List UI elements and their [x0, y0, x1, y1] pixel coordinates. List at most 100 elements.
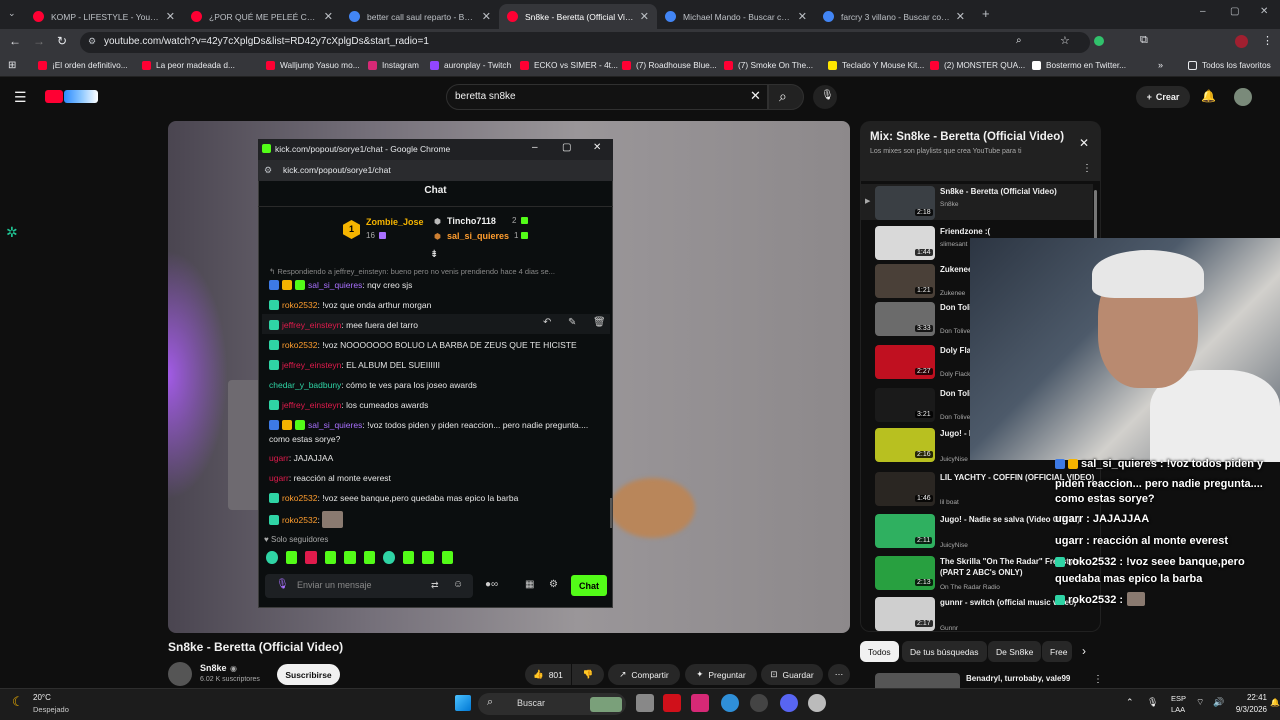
chat-username[interactable]: ugarr [269, 473, 289, 483]
gifter-2-name[interactable]: Tincho7118 [447, 216, 496, 226]
bookmark-item[interactable]: Walljump Yasuo mo... [266, 60, 360, 70]
start-button[interactable] [455, 695, 471, 711]
assistant-icon[interactable]: ✲ [6, 224, 18, 241]
emote-icon[interactable] [305, 551, 317, 564]
clock-time[interactable]: 22:41 [1220, 693, 1267, 702]
next-up-menu-icon[interactable]: ⋮ [1093, 674, 1103, 685]
chip-from-channel[interactable]: De Sn8ke [988, 641, 1042, 662]
wifi-icon[interactable]: ⌔ [1196, 697, 1204, 708]
send-chat-button[interactable]: Chat [571, 575, 607, 596]
chip-all[interactable]: Todos [860, 641, 899, 662]
close-playlist-icon[interactable]: ✕ [1079, 136, 1089, 150]
back-icon[interactable]: ← [9, 34, 21, 48]
bookmark-item[interactable]: (7) Smoke On The... [724, 60, 813, 70]
bookmark-item[interactable]: Teclado Y Mouse Kit... [828, 60, 924, 70]
tab-search-icon[interactable]: ⌄ [8, 8, 16, 19]
emote-icon[interactable] [344, 551, 356, 564]
chat-username[interactable]: sal_si_quieres [308, 280, 362, 290]
channel-name[interactable]: Sn8ke [200, 663, 227, 673]
next-up-title[interactable]: Benadryl, turrobaby, vale99 [966, 674, 1070, 683]
tab-2[interactable]: better call saul reparto - Buscar ✕ [341, 4, 499, 29]
chat-username[interactable]: jeffrey_einsteyn [282, 320, 341, 330]
bookmark-star-icon[interactable]: ☆ [1060, 34, 1070, 47]
bookmark-item[interactable]: Bostermo en Twitter... [1032, 60, 1126, 70]
close-tab-icon[interactable]: ✕ [482, 10, 491, 23]
emote-icon[interactable] [363, 551, 375, 564]
next-up-thumbnail[interactable] [875, 673, 960, 688]
playlist-scrollbar[interactable] [1094, 190, 1097, 240]
discord-icon[interactable] [780, 694, 798, 712]
chat-username[interactable]: chedar_y_badbuny [269, 380, 341, 390]
bookmark-item[interactable]: ECKO vs SIMER - 4t... [520, 60, 618, 70]
forward-icon[interactable]: → [33, 34, 45, 48]
account-avatar[interactable] [1234, 88, 1252, 106]
chat-settings-icon[interactable]: ⚙ [549, 579, 558, 590]
dislike-button[interactable]: 👎 [572, 664, 604, 685]
popup-close-icon[interactable]: ✕ [593, 142, 601, 153]
site-info-icon[interactable]: ⚙ [88, 36, 96, 47]
app-icon[interactable] [808, 694, 826, 712]
tab-1[interactable]: ¿POR QUÉ ME PELEÉ CON KICK ✕ [183, 4, 341, 29]
notification-bell-icon[interactable]: 🔔 [1270, 698, 1280, 707]
extensions-puzzle-icon[interactable]: ⧉ [1140, 34, 1148, 47]
ask-button[interactable]: ✦ Preguntar [685, 664, 757, 685]
bookmark-item[interactable]: ¡El orden definitivo... [38, 60, 128, 70]
tray-chevron-icon[interactable]: ⌃ [1126, 697, 1134, 708]
save-button[interactable]: ⊡ Guardar [761, 664, 823, 685]
minimize-icon[interactable]: – [1200, 6, 1206, 17]
chat-username[interactable]: jeffrey_einsteyn [282, 400, 341, 410]
tab-3-active[interactable]: Sn8ke - Beretta (Official Video) ✕ [499, 4, 657, 29]
site-settings-icon[interactable]: ⚙ [264, 165, 272, 176]
zoom-icon[interactable]: ⌕ [1016, 35, 1022, 46]
emote-icon[interactable] [441, 551, 453, 564]
weather-moon-icon[interactable]: ☾ [12, 694, 24, 710]
close-tab-icon[interactable]: ✕ [956, 10, 965, 23]
search-input[interactable]: beretta sn8ke [446, 84, 768, 110]
playlist-item[interactable]: 2:18 Sn8ke - Beretta (Official Video) Sn8k… [875, 186, 1095, 220]
close-window-icon[interactable]: ✕ [1260, 6, 1268, 17]
bookmark-item[interactable]: Instagram [368, 60, 419, 70]
chip-free[interactable]: Free [1042, 641, 1072, 662]
chat-username[interactable]: roko2532 [282, 493, 317, 503]
close-tab-icon[interactable]: ✕ [640, 10, 649, 23]
reply-message-icon[interactable]: ↶ [543, 317, 551, 328]
translate-icon[interactable]: ⇄ [431, 580, 439, 591]
task-view-icon[interactable] [636, 694, 654, 712]
channel-avatar[interactable] [168, 662, 192, 686]
playlist-menu-icon[interactable]: ⋮ [1082, 163, 1092, 174]
chat-username[interactable]: ugarr [269, 453, 289, 463]
close-tab-icon[interactable]: ✕ [798, 10, 807, 23]
chip-from-searches[interactable]: De tus búsquedas [902, 641, 987, 662]
create-button[interactable]: + Crear [1136, 86, 1190, 108]
emote-icon[interactable] [422, 551, 434, 564]
delete-message-icon[interactable]: 🗑 [593, 317, 606, 328]
obs-icon[interactable] [750, 694, 768, 712]
address-bar[interactable]: youtube.com/watch?v=42y7cXplgDs&list=RD4… [80, 32, 1090, 53]
chat-username[interactable]: jeffrey_einsteyn [282, 360, 341, 370]
gifter-3-name[interactable]: sal_si_quieres [447, 231, 509, 241]
popup-url-bar[interactable]: kick.com/popout/sorye1/chat [258, 160, 613, 181]
new-tab-icon[interactable]: + [982, 6, 990, 21]
popup-minimize-icon[interactable]: – [532, 142, 538, 153]
chat-message-input[interactable]: Enviar un mensaje [265, 574, 473, 598]
maximize-icon[interactable]: ▢ [1230, 6, 1239, 17]
emote-bar[interactable] [266, 551, 456, 565]
share-button[interactable]: ↗ Compartir [608, 664, 680, 685]
chat-username[interactable]: roko2532 [282, 515, 317, 525]
hamburger-menu-icon[interactable]: ☰ [14, 89, 27, 106]
close-tab-icon[interactable]: ✕ [324, 10, 333, 23]
extension-icon[interactable] [1094, 36, 1104, 46]
tab-4[interactable]: Michael Mando - Buscar con G ✕ [657, 4, 815, 29]
menu-dots-icon[interactable]: ⋮ [1262, 34, 1273, 47]
youtube-logo[interactable] [45, 90, 63, 103]
apps-grid-icon[interactable]: ⊞ [8, 60, 16, 71]
popup-maximize-icon[interactable]: ▢ [562, 142, 571, 153]
notifications-bell-icon[interactable]: 🔔 [1201, 89, 1216, 103]
language[interactable]: ESP [1171, 694, 1186, 703]
more-actions-button[interactable]: ⋯ [828, 664, 850, 685]
search-button[interactable]: ⌕ [768, 84, 804, 110]
chat-scrollbar[interactable] [610, 498, 612, 528]
voice-search-button[interactable]: 🎙 [813, 85, 837, 109]
like-button[interactable]: 👍 801 [525, 664, 571, 685]
tray-mic-icon[interactable]: 🎙 [1147, 697, 1158, 708]
